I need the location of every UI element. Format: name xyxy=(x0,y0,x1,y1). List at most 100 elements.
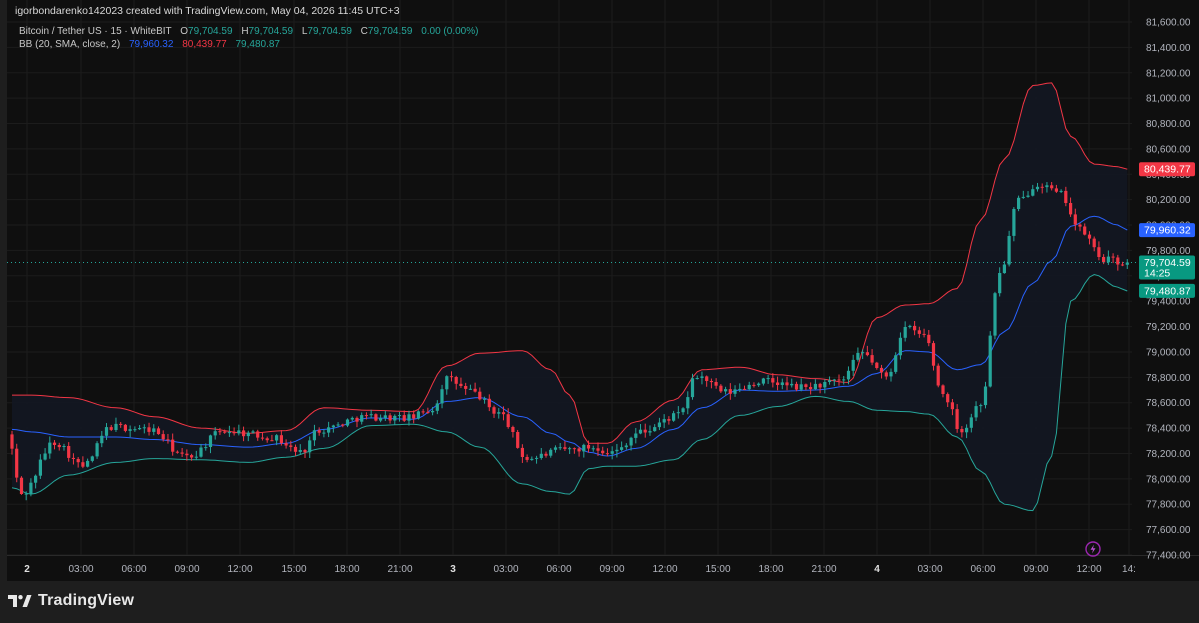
candle-body xyxy=(232,432,236,434)
candle-body xyxy=(686,397,690,409)
bb-label[interactable]: BB (20, SMA, close, 2) xyxy=(19,39,120,50)
candle-body xyxy=(738,388,742,390)
chart-panel[interactable]: 81,600.00 81,400.00 81,200.00 81,000.00 80,8… xyxy=(7,0,1199,581)
candle-body xyxy=(577,448,581,452)
candle-body xyxy=(312,430,316,441)
candle-body xyxy=(303,450,307,453)
price-tick-label: 79,200.00 xyxy=(1146,322,1191,333)
candle-body xyxy=(582,444,586,452)
candle-body xyxy=(1040,186,1044,188)
candle-body xyxy=(506,414,510,427)
candle-body xyxy=(1111,256,1115,258)
lightning-button[interactable] xyxy=(1085,541,1101,557)
screenshot-frame: 81,600.00 81,400.00 81,200.00 81,000.00 80,8… xyxy=(0,0,1199,623)
price-tick-label: 79,400.00 xyxy=(1146,297,1191,308)
time-tick-label: 18:00 xyxy=(334,564,359,575)
candle-body xyxy=(832,379,836,381)
time-tick-label: 09:00 xyxy=(1023,564,1048,575)
indicator-legend[interactable]: BB (20, SMA, close, 2) 79,960.32 80,439.… xyxy=(19,39,280,50)
candle-body xyxy=(57,445,61,448)
candle-body xyxy=(497,412,501,414)
candle-body xyxy=(388,415,392,421)
candle-body xyxy=(1050,185,1054,189)
candle-body xyxy=(511,427,515,432)
candle-body xyxy=(965,427,969,433)
candle-body xyxy=(369,414,373,416)
candle-body xyxy=(813,383,817,390)
candle-body xyxy=(648,431,652,433)
time-tick-label: 14: xyxy=(1122,564,1136,575)
time-tick-label: 09:00 xyxy=(599,564,624,575)
candle-body xyxy=(449,376,454,378)
time-axis[interactable]: 2 03:00 06:00 09:00 12:00 15:00 18:00 21:00 3 03:… xyxy=(24,564,1136,575)
candle-body xyxy=(553,447,558,450)
candle-body xyxy=(955,409,959,429)
candle-body xyxy=(931,343,936,366)
candle-body xyxy=(596,448,600,451)
candle-body xyxy=(213,431,217,436)
candle-body xyxy=(393,415,397,421)
candle-body xyxy=(175,451,179,453)
price-chart[interactable]: 81,600.00 81,400.00 81,200.00 81,000.00 80,8… xyxy=(7,0,1199,581)
candle-body xyxy=(728,389,732,394)
candle-body xyxy=(246,432,250,437)
tradingview-logo[interactable]: TradingView xyxy=(8,592,134,610)
candle-body xyxy=(530,458,534,460)
candle-body xyxy=(166,439,170,441)
candle-body xyxy=(629,437,633,446)
time-tick-label: 15:00 xyxy=(705,564,730,575)
candle-body xyxy=(865,352,869,356)
low-value: 79,704.59 xyxy=(307,26,352,37)
candle-body xyxy=(667,419,671,421)
candle-body xyxy=(879,367,884,373)
candle-body xyxy=(993,293,997,336)
open-value: 79,704.59 xyxy=(188,26,233,37)
time-tick-label: 12:00 xyxy=(652,564,677,575)
candle-body xyxy=(913,325,917,331)
time-tick-label: 12:00 xyxy=(227,564,252,575)
candle-body xyxy=(180,452,184,454)
candle-body xyxy=(610,451,614,454)
candle-body xyxy=(459,383,463,386)
candle-body xyxy=(690,378,695,398)
candle-body xyxy=(1073,214,1077,225)
candle-body xyxy=(1021,196,1025,198)
candle-body xyxy=(38,459,42,476)
candle-body xyxy=(1035,186,1040,190)
candle-body xyxy=(336,424,340,426)
price-tick-label: 77,600.00 xyxy=(1146,525,1191,536)
candle-body xyxy=(1102,257,1106,263)
candle-body xyxy=(705,376,709,381)
candle-body xyxy=(171,439,175,452)
price-tick-label: 79,800.00 xyxy=(1146,246,1191,257)
candle-body xyxy=(317,430,321,433)
time-tick-label: 21:00 xyxy=(387,564,412,575)
candle-body xyxy=(960,429,964,433)
bb-fill xyxy=(12,82,1128,511)
candle-body xyxy=(293,446,298,452)
candle-body xyxy=(549,449,553,456)
candle-body xyxy=(199,447,203,457)
symbol-name[interactable]: Bitcoin / Tether US · 15 · WhiteBIT xyxy=(19,26,171,37)
candle-body xyxy=(733,389,737,394)
symbol-legend[interactable]: Bitcoin / Tether US · 15 · WhiteBIT O79,… xyxy=(19,26,478,37)
candle-body xyxy=(898,337,902,356)
time-tick-label: 09:00 xyxy=(174,564,199,575)
candle-body xyxy=(719,385,723,392)
candle-body xyxy=(544,453,548,456)
candle-body xyxy=(809,387,813,390)
candle-body xyxy=(837,379,841,381)
candle-body xyxy=(790,383,794,386)
candle-body xyxy=(237,430,241,434)
candle-body xyxy=(1017,197,1021,209)
candle-body xyxy=(653,427,657,432)
candle-body xyxy=(1064,190,1068,203)
candle-body xyxy=(431,410,435,413)
candle-body xyxy=(251,431,255,433)
time-tick-label: 06:00 xyxy=(121,564,146,575)
candle-body xyxy=(397,415,402,417)
candle-body xyxy=(483,398,487,400)
candle-body xyxy=(128,429,132,431)
candle-body xyxy=(620,447,624,450)
time-tick-label: 4 xyxy=(874,564,880,575)
